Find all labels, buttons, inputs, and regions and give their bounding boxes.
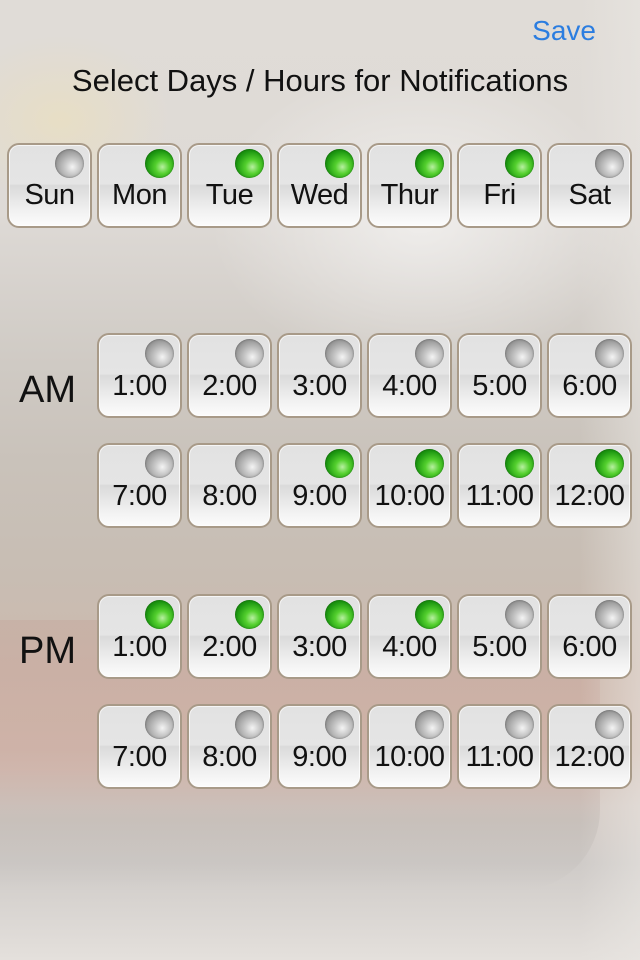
am-hour-toggle-7-00[interactable]: 7:00 xyxy=(97,443,182,528)
day-toggle-thur[interactable]: Thur xyxy=(367,143,452,228)
indicator-off-icon xyxy=(595,600,624,629)
indicator-on-icon xyxy=(505,449,534,478)
indicator-on-icon xyxy=(505,149,534,178)
am-hour-toggle-2-00[interactable]: 2:00 xyxy=(187,333,272,418)
pm-hour-toggle-8-00[interactable]: 8:00 xyxy=(187,704,272,789)
am-hour-toggle-10-00[interactable]: 10:00 xyxy=(367,443,452,528)
day-toggle-sat[interactable]: Sat xyxy=(547,143,632,228)
indicator-on-icon xyxy=(235,149,264,178)
save-button[interactable]: Save xyxy=(532,15,596,47)
button-label: 10:00 xyxy=(374,741,445,773)
button-label: Thur xyxy=(380,179,439,211)
button-label: 1:00 xyxy=(112,370,167,402)
indicator-on-icon xyxy=(415,449,444,478)
pm-hour-toggle-11-00[interactable]: 11:00 xyxy=(457,704,542,789)
button-label: 6:00 xyxy=(562,370,617,402)
pm-hour-toggle-10-00[interactable]: 10:00 xyxy=(367,704,452,789)
indicator-off-icon xyxy=(595,710,624,739)
indicator-on-icon xyxy=(145,600,174,629)
pm-hour-toggle-5-00[interactable]: 5:00 xyxy=(457,594,542,679)
pm-hour-toggle-4-00[interactable]: 4:00 xyxy=(367,594,452,679)
indicator-off-icon xyxy=(505,600,534,629)
indicator-on-icon xyxy=(595,449,624,478)
indicator-off-icon xyxy=(145,339,174,368)
button-label: 3:00 xyxy=(292,370,347,402)
indicator-off-icon xyxy=(415,339,444,368)
indicator-off-icon xyxy=(595,339,624,368)
indicator-on-icon xyxy=(145,149,174,178)
am-hour-toggle-1-00[interactable]: 1:00 xyxy=(97,333,182,418)
indicator-off-icon xyxy=(325,710,354,739)
button-label: 3:00 xyxy=(292,631,347,663)
button-label: 11:00 xyxy=(465,741,534,773)
button-label: 9:00 xyxy=(292,741,347,773)
day-toggle-wed[interactable]: Wed xyxy=(277,143,362,228)
indicator-off-icon xyxy=(145,449,174,478)
indicator-on-icon xyxy=(325,149,354,178)
button-label: 5:00 xyxy=(472,631,527,663)
indicator-on-icon xyxy=(325,449,354,478)
am-hour-toggle-4-00[interactable]: 4:00 xyxy=(367,333,452,418)
button-label: 7:00 xyxy=(112,741,167,773)
indicator-off-icon xyxy=(325,339,354,368)
pm-hour-toggle-9-00[interactable]: 9:00 xyxy=(277,704,362,789)
button-label: 5:00 xyxy=(472,370,527,402)
indicator-off-icon xyxy=(235,339,264,368)
am-hour-toggle-5-00[interactable]: 5:00 xyxy=(457,333,542,418)
indicator-off-icon xyxy=(595,149,624,178)
button-label: Sun xyxy=(24,179,75,211)
pm-hour-toggle-6-00[interactable]: 6:00 xyxy=(547,594,632,679)
button-label: 2:00 xyxy=(202,370,257,402)
am-hour-toggle-8-00[interactable]: 8:00 xyxy=(187,443,272,528)
button-label: Wed xyxy=(290,179,349,211)
button-label: 8:00 xyxy=(202,741,257,773)
day-toggle-sun[interactable]: Sun xyxy=(7,143,92,228)
pm-hour-toggle-1-00[interactable]: 1:00 xyxy=(97,594,182,679)
button-label: 10:00 xyxy=(374,480,445,512)
indicator-off-icon xyxy=(55,149,84,178)
am-label: AM xyxy=(19,369,76,411)
page-title: Select Days / Hours for Notifications xyxy=(71,63,569,98)
button-label: Mon xyxy=(112,179,167,211)
indicator-off-icon xyxy=(415,710,444,739)
am-hour-toggle-6-00[interactable]: 6:00 xyxy=(547,333,632,418)
indicator-on-icon xyxy=(415,149,444,178)
indicator-on-icon xyxy=(235,600,264,629)
button-label: 6:00 xyxy=(562,631,617,663)
button-label: Sat xyxy=(568,179,611,211)
indicator-off-icon xyxy=(505,710,534,739)
button-label: 12:00 xyxy=(554,480,625,512)
indicator-off-icon xyxy=(505,339,534,368)
day-toggle-mon[interactable]: Mon xyxy=(97,143,182,228)
button-label: 8:00 xyxy=(202,480,257,512)
am-hour-toggle-9-00[interactable]: 9:00 xyxy=(277,443,362,528)
pm-label: PM xyxy=(19,630,76,672)
button-label: Tue xyxy=(205,179,254,211)
day-toggle-fri[interactable]: Fri xyxy=(457,143,542,228)
am-hour-toggle-11-00[interactable]: 11:00 xyxy=(457,443,542,528)
day-toggle-tue[interactable]: Tue xyxy=(187,143,272,228)
am-hour-toggle-3-00[interactable]: 3:00 xyxy=(277,333,362,418)
pm-hour-toggle-3-00[interactable]: 3:00 xyxy=(277,594,362,679)
button-label: 2:00 xyxy=(202,631,257,663)
indicator-off-icon xyxy=(145,710,174,739)
button-label: 1:00 xyxy=(112,631,167,663)
pm-hour-toggle-7-00[interactable]: 7:00 xyxy=(97,704,182,789)
indicator-on-icon xyxy=(325,600,354,629)
am-hour-toggle-12-00[interactable]: 12:00 xyxy=(547,443,632,528)
indicator-on-icon xyxy=(415,600,444,629)
button-label: 9:00 xyxy=(292,480,347,512)
indicator-off-icon xyxy=(235,449,264,478)
button-label: 11:00 xyxy=(465,480,534,512)
button-label: 12:00 xyxy=(554,741,625,773)
button-label: 4:00 xyxy=(382,631,437,663)
button-label: 4:00 xyxy=(382,370,437,402)
button-label: 7:00 xyxy=(112,480,167,512)
pm-hour-toggle-2-00[interactable]: 2:00 xyxy=(187,594,272,679)
indicator-off-icon xyxy=(235,710,264,739)
pm-hour-toggle-12-00[interactable]: 12:00 xyxy=(547,704,632,789)
button-label: Fri xyxy=(483,179,516,211)
